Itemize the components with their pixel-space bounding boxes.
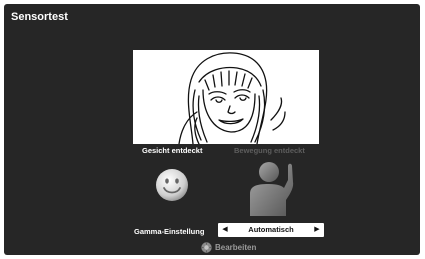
gamma-setting-selector[interactable]: ◀ Automatisch ▶ xyxy=(218,223,324,237)
motion-detected-status: Bewegung entdeckt xyxy=(234,146,305,155)
edit-button[interactable]: Bearbeiten xyxy=(201,242,256,253)
waving-person-icon xyxy=(250,162,294,216)
camera-preview xyxy=(133,50,319,144)
woman-face-illustration xyxy=(178,52,286,144)
gamma-setting-label: Gamma-Einstellung xyxy=(134,227,205,236)
sensor-test-screen: Sensortest Gesicht entdeckt Bewegung ent… xyxy=(4,4,420,255)
page-title: Sensortest xyxy=(11,11,68,23)
remote-button-icon xyxy=(201,242,212,253)
edit-button-label: Bearbeiten xyxy=(215,243,257,252)
gamma-setting-value: Automatisch xyxy=(248,225,294,234)
face-detected-status: Gesicht entdeckt xyxy=(142,146,203,155)
smiley-icon xyxy=(156,169,188,201)
arrow-right-icon[interactable]: ▶ xyxy=(311,223,323,237)
